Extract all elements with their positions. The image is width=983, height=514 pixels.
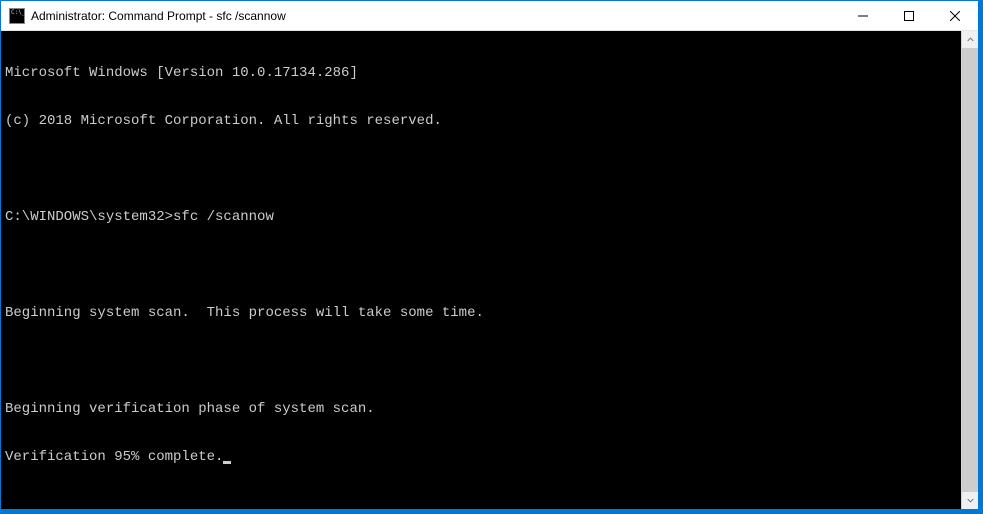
cmd-icon — [9, 8, 25, 24]
scrollbar-track[interactable] — [962, 48, 978, 492]
minimize-icon — [858, 11, 868, 21]
console-line: Beginning system scan. This process will… — [5, 305, 961, 321]
command-prompt-window: Administrator: Command Prompt - sfc /sca… — [0, 0, 979, 510]
chevron-down-icon — [967, 497, 974, 504]
titlebar[interactable]: Administrator: Command Prompt - sfc /sca… — [1, 1, 978, 31]
console-line: Beginning verification phase of system s… — [5, 401, 961, 417]
content-area: Microsoft Windows [Version 10.0.17134.28… — [1, 31, 978, 509]
console-line — [5, 257, 961, 273]
console-line — [5, 161, 961, 177]
window-title: Administrator: Command Prompt - sfc /sca… — [31, 9, 840, 23]
console-line — [5, 353, 961, 369]
close-button[interactable] — [932, 1, 978, 30]
scrollbar-thumb[interactable] — [962, 48, 978, 492]
selection-edge — [978, 29, 983, 514]
window-controls — [840, 1, 978, 30]
maximize-icon — [904, 11, 914, 21]
scroll-up-button[interactable] — [962, 31, 978, 48]
console-line: Microsoft Windows [Version 10.0.17134.28… — [5, 65, 961, 81]
maximize-button[interactable] — [886, 1, 932, 30]
chevron-up-icon — [967, 36, 974, 43]
console-line: (c) 2018 Microsoft Corporation. All righ… — [5, 113, 961, 129]
console-line: Verification 95% complete. — [5, 449, 961, 465]
vertical-scrollbar[interactable] — [961, 31, 978, 509]
cursor — [223, 461, 231, 464]
minimize-button[interactable] — [840, 1, 886, 30]
console-output[interactable]: Microsoft Windows [Version 10.0.17134.28… — [1, 31, 961, 509]
close-icon — [950, 11, 960, 21]
console-line: C:\WINDOWS\system32>sfc /scannow — [5, 209, 961, 225]
scroll-down-button[interactable] — [962, 492, 978, 509]
